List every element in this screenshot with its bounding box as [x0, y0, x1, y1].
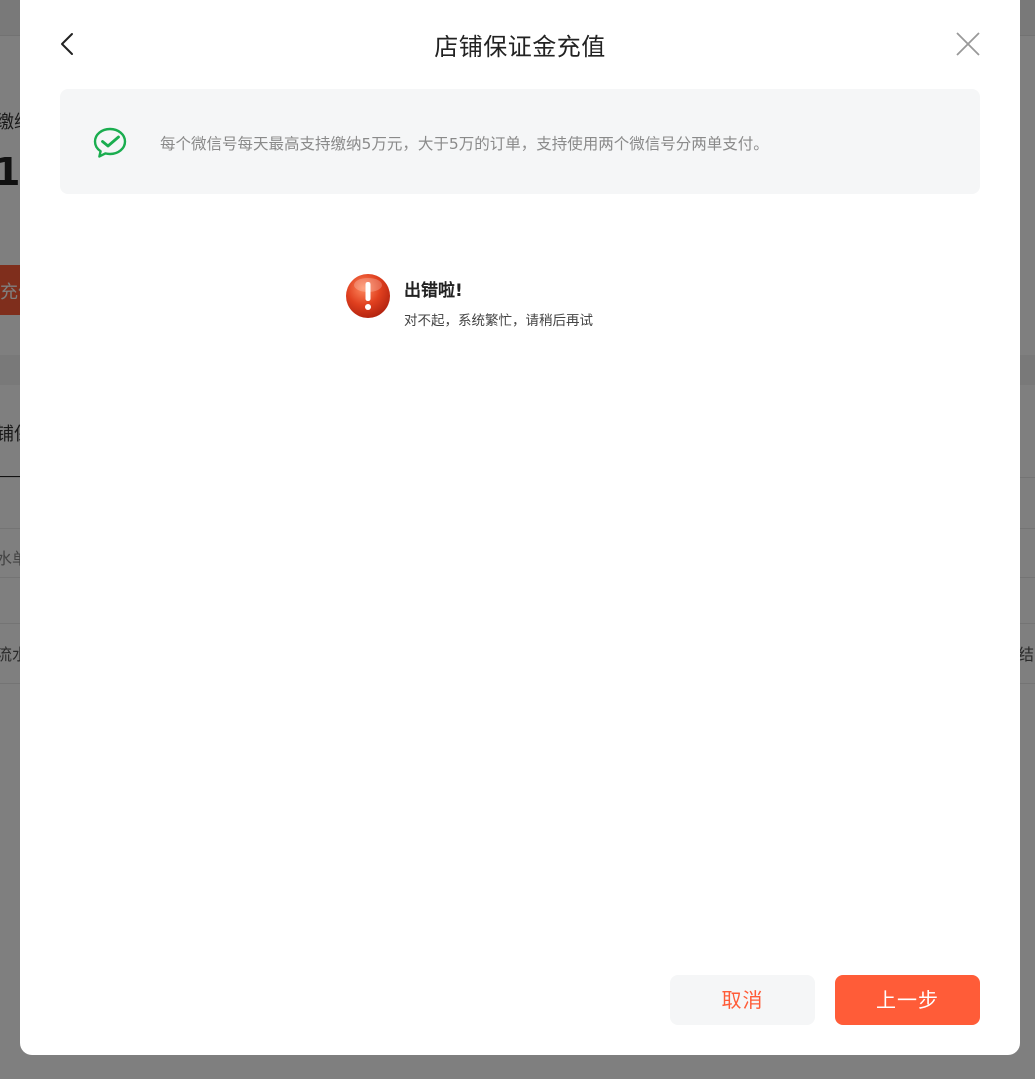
recharge-dialog: 店铺保证金充值 每个微信号每天最高支持缴纳5万元，大于5万的订单，支持使用两个微… — [20, 0, 1020, 1055]
error-message-box: 出错啦! 对不起，系统繁忙，请稍后再试 — [344, 272, 744, 332]
close-button[interactable] — [955, 31, 981, 57]
cancel-button[interactable]: 取消 — [670, 975, 815, 1025]
error-exclamation-icon — [346, 274, 390, 318]
notice-text: 每个微信号每天最高支持缴纳5万元，大于5万的订单，支持使用两个微信号分两单支付。 — [160, 135, 769, 153]
error-title: 出错啦! — [404, 281, 463, 301]
error-description: 对不起，系统繁忙，请稍后再试 — [404, 313, 593, 329]
close-icon — [956, 32, 980, 56]
previous-step-button[interactable]: 上一步 — [835, 975, 980, 1025]
dialog-title: 店铺保证金充值 — [434, 33, 606, 61]
payment-limit-notice: 每个微信号每天最高支持缴纳5万元，大于5万的订单，支持使用两个微信号分两单支付。 — [60, 89, 980, 194]
wechat-pay-icon — [93, 127, 127, 158]
